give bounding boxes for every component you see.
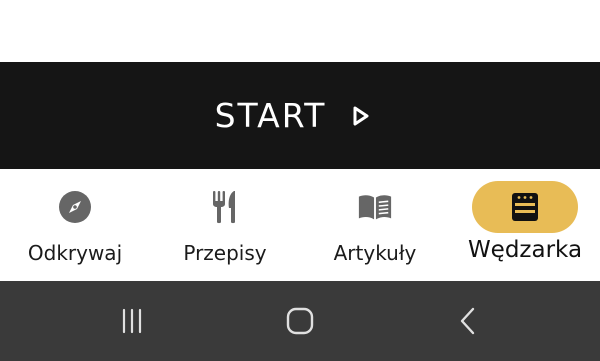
play-icon	[351, 105, 373, 127]
recent-apps-icon[interactable]	[112, 303, 152, 339]
nav-label-articles: Artykuły	[333, 241, 417, 265]
nav-item-recipes[interactable]: Przepisy	[160, 169, 290, 281]
smoker-icon	[507, 189, 543, 225]
system-navigation-bar	[0, 281, 600, 361]
nav-item-discover[interactable]: Odkrywaj	[10, 169, 140, 281]
back-icon[interactable]	[448, 303, 488, 339]
fork-knife-icon	[207, 189, 243, 225]
start-label: START	[214, 96, 327, 135]
top-blank-area	[0, 0, 600, 62]
nav-label-smoker: Wędzarka	[467, 237, 583, 263]
home-icon[interactable]	[280, 303, 320, 339]
bottom-navigation: Odkrywaj Przepisy Artykuły Wędzarka	[0, 169, 600, 281]
compass-icon	[57, 189, 93, 225]
nav-label-recipes: Przepisy	[183, 241, 267, 265]
book-icon	[357, 189, 393, 225]
start-button[interactable]: START	[0, 62, 600, 169]
nav-item-smoker[interactable]: Wędzarka	[455, 169, 595, 281]
nav-label-discover: Odkrywaj	[27, 241, 123, 265]
nav-item-articles[interactable]: Artykuły	[310, 169, 440, 281]
